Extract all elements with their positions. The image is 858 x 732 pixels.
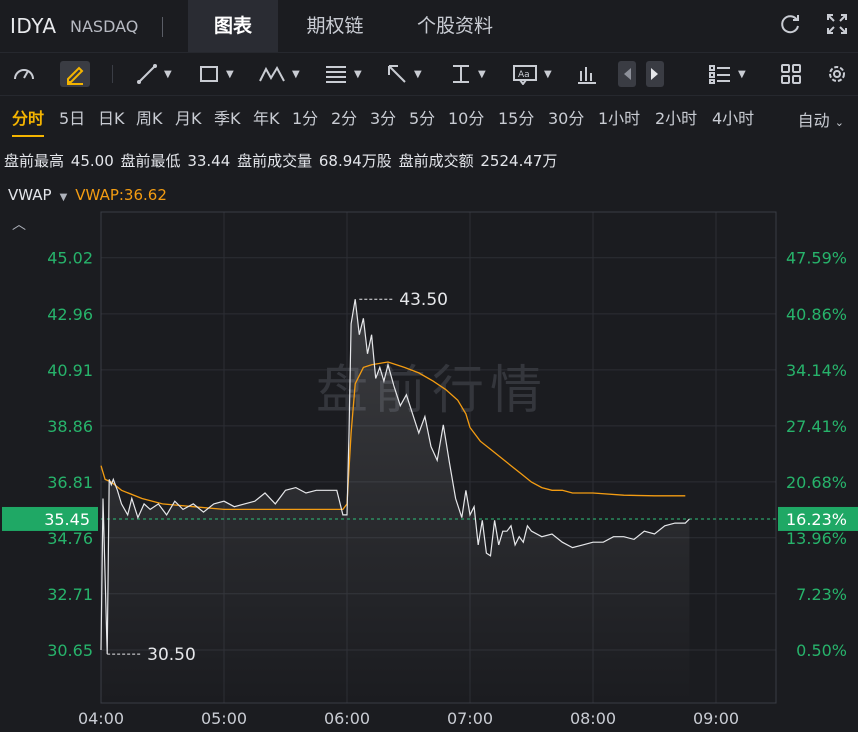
period-2hour[interactable]: 2小时 bbox=[655, 105, 697, 129]
rectangle-icon[interactable]: ▼ bbox=[198, 61, 234, 87]
chevron-down-icon: ▼ bbox=[226, 68, 234, 80]
tab-company-profile[interactable]: 个股资料 bbox=[400, 0, 510, 52]
y-tick-label: 32.71 bbox=[47, 585, 93, 604]
period-10min[interactable]: 10分 bbox=[448, 105, 484, 129]
text-note-icon[interactable]: Aa ▼ bbox=[512, 61, 552, 87]
prev-icon[interactable] bbox=[618, 61, 636, 87]
indicator-gauge-icon[interactable] bbox=[12, 61, 36, 87]
y-tick-label: 36.81 bbox=[47, 473, 93, 492]
trendline-icon[interactable]: ▼ bbox=[136, 61, 172, 87]
period-1min[interactable]: 1分 bbox=[292, 105, 318, 129]
period-day-k[interactable]: 日K bbox=[98, 105, 125, 129]
current-price-label: 35.45 bbox=[44, 510, 90, 529]
current-pct-label: 16.23% bbox=[786, 510, 847, 529]
y-pct-tick-label: 13.96% bbox=[786, 529, 847, 548]
chevron-down-icon[interactable]: ▼ bbox=[60, 192, 68, 203]
premarket-volume-value: 68.94万股 bbox=[318, 152, 392, 170]
chevron-up-icon[interactable]: ︿ bbox=[12, 214, 26, 234]
period-year-k[interactable]: 年K bbox=[253, 105, 280, 129]
grid-layout-icon[interactable] bbox=[780, 61, 802, 87]
premarket-high-label: 盘前最高 bbox=[4, 152, 65, 170]
toolbar-divider bbox=[112, 65, 113, 83]
y-pct-tick-label: 34.14% bbox=[786, 361, 847, 380]
period-30min[interactable]: 30分 bbox=[548, 105, 584, 129]
x-tick-label: 05:00 bbox=[201, 709, 247, 728]
header-bar: IDYA NASDAQ 图表 期权链 个股资料 bbox=[0, 0, 858, 52]
vwap-value: VWAP:36.62 bbox=[75, 186, 167, 204]
tab-options-chain[interactable]: 期权链 bbox=[290, 0, 380, 52]
premarket-stats: 盘前最高 45.00 盘前最低 33.44 盘前成交量 68.94万股 盘前成交… bbox=[4, 150, 559, 171]
x-tick-label: 06:00 bbox=[324, 709, 370, 728]
y-tick-label: 42.96 bbox=[47, 305, 93, 324]
chevron-down-icon: ▼ bbox=[414, 68, 422, 80]
low-marker-label: 30.50 bbox=[147, 645, 196, 665]
period-15min[interactable]: 15分 bbox=[498, 105, 534, 129]
price-area bbox=[101, 299, 690, 703]
period-5min[interactable]: 5分 bbox=[409, 105, 435, 129]
list-layout-icon[interactable]: ▼ bbox=[708, 61, 746, 87]
fib-icon[interactable]: ▼ bbox=[324, 61, 362, 87]
chevron-down-icon: ▼ bbox=[354, 68, 362, 80]
period-month-k[interactable]: 月K bbox=[175, 105, 202, 129]
y-tick-label: 40.91 bbox=[47, 361, 93, 380]
header-divider bbox=[162, 17, 163, 37]
y-tick-label: 38.86 bbox=[47, 417, 93, 436]
y-pct-tick-label: 47.59% bbox=[786, 249, 847, 268]
adjust-mode-label: 自动 bbox=[797, 111, 830, 130]
fullscreen-icon[interactable] bbox=[826, 13, 848, 40]
tab-chart[interactable]: 图表 bbox=[188, 0, 278, 52]
period-2min[interactable]: 2分 bbox=[331, 105, 357, 129]
adjust-mode-select[interactable]: 自动 ⌄ bbox=[798, 107, 844, 131]
ticker-symbol: IDYA bbox=[10, 14, 57, 38]
premarket-low-value: 33.44 bbox=[187, 152, 231, 170]
y-pct-tick-label: 7.23% bbox=[796, 585, 847, 604]
period-1hour[interactable]: 1小时 bbox=[598, 105, 640, 129]
chevron-down-icon: ▼ bbox=[478, 68, 486, 80]
premarket-amount-value: 2524.47万 bbox=[480, 152, 558, 170]
premarket-high-value: 45.00 bbox=[70, 152, 114, 170]
y-tick-label: 45.02 bbox=[47, 249, 93, 268]
y-pct-tick-label: 40.86% bbox=[786, 305, 847, 324]
indicator-row: VWAP ▼ VWAP:36.62 bbox=[8, 186, 167, 204]
draw-pencil-icon[interactable] bbox=[60, 61, 90, 87]
premarket-volume-label: 盘前成交量 bbox=[237, 152, 313, 170]
period-intraday[interactable]: 分时 bbox=[12, 105, 45, 137]
plot-area: 43.50 30.50 35.45 16.23% bbox=[2, 290, 858, 703]
exchange-label: NASDAQ bbox=[70, 17, 139, 36]
indicator-select[interactable]: VWAP bbox=[8, 186, 52, 204]
chevron-down-icon: ▼ bbox=[292, 68, 300, 80]
y-tick-label: 34.76 bbox=[47, 529, 93, 548]
premarket-amount-label: 盘前成交额 bbox=[398, 152, 474, 170]
arrow-icon[interactable]: ▼ bbox=[386, 61, 422, 87]
x-tick-label: 08:00 bbox=[570, 709, 616, 728]
y-pct-tick-label: 27.41% bbox=[786, 417, 847, 436]
premarket-low-label: 盘前最低 bbox=[120, 152, 181, 170]
y-pct-tick-label: 0.50% bbox=[796, 641, 847, 660]
volume-bars-icon[interactable] bbox=[576, 61, 598, 87]
chevron-down-icon: ⌄ bbox=[834, 116, 844, 129]
chevron-down-icon: ▼ bbox=[738, 68, 746, 80]
chevron-down-icon: ▼ bbox=[544, 68, 552, 80]
next-icon[interactable] bbox=[646, 61, 664, 87]
period-5day[interactable]: 5日 bbox=[59, 105, 85, 129]
period-3min[interactable]: 3分 bbox=[370, 105, 396, 129]
drawing-toolbar: ▼ ▼ ▼ ▼ ▼ ▼ Aa ▼ ▼ bbox=[0, 52, 858, 96]
settings-icon[interactable] bbox=[826, 61, 848, 87]
x-tick-label: 04:00 bbox=[78, 709, 124, 728]
price-range-icon[interactable]: ▼ bbox=[450, 61, 486, 87]
chevron-down-icon: ▼ bbox=[164, 68, 172, 80]
period-selector: 分时 5日 日K 周K 月K 季K 年K 1分 2分 3分 5分 10分 15分… bbox=[0, 95, 858, 137]
pattern-icon[interactable]: ▼ bbox=[258, 61, 300, 87]
period-quarter-k[interactable]: 季K bbox=[214, 105, 241, 129]
period-4hour[interactable]: 4小时 bbox=[712, 105, 754, 129]
svg-text:Aa: Aa bbox=[518, 70, 530, 80]
y-pct-tick-label: 20.68% bbox=[786, 473, 847, 492]
x-tick-label: 07:00 bbox=[447, 709, 493, 728]
high-marker-label: 43.50 bbox=[399, 290, 448, 310]
x-tick-label: 09:00 bbox=[693, 709, 739, 728]
period-week-k[interactable]: 周K bbox=[136, 105, 163, 129]
refresh-icon[interactable] bbox=[778, 12, 802, 41]
y-tick-label: 30.65 bbox=[47, 641, 93, 660]
